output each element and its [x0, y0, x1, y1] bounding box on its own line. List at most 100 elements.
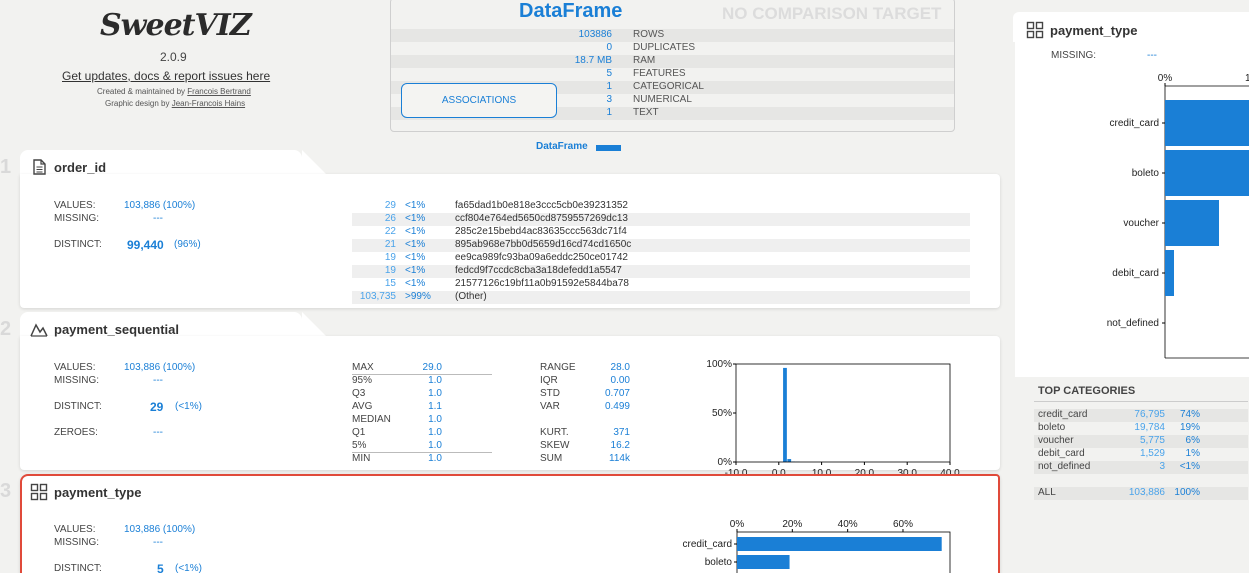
quantile-row: AVG 1.1 [352, 401, 492, 414]
values-label: VALUES: [54, 362, 96, 373]
category-bar [1165, 200, 1219, 246]
summary-label: TEXT [633, 107, 659, 118]
list-item: 103,735 >99% (Other) [352, 291, 970, 304]
version-label: 2.0.9 [160, 50, 187, 64]
credit-line-2: Graphic design by Jean-Francois Hains [105, 99, 245, 108]
list-item: 15 <1% 21577126c19bf11a0b91592e5844ba78 [352, 278, 970, 291]
category-label: boleto [705, 557, 733, 568]
stat-value: 0.707 [604, 388, 630, 399]
stat-value: 28.0 [610, 362, 630, 373]
distinct-value: 5 [157, 562, 164, 573]
category-label: debit_card [1112, 268, 1159, 279]
stat-row: STD 0.707 [540, 388, 680, 401]
category-bar [737, 555, 790, 569]
list-item: 19 <1% ee9ca989fc93ba09a6eddc250ce01742 [352, 252, 970, 265]
tab-corner [302, 150, 328, 176]
stat-row: RANGE 28.0 [540, 362, 680, 375]
quantile-row: MAX 29.0 [352, 362, 492, 375]
category-row: voucher 5,775 6% [1034, 435, 1248, 448]
category-row: credit_card 76,795 74% [1034, 409, 1248, 422]
all-row: ALL 103,886 100% [1034, 487, 1248, 500]
updates-link[interactable]: Get updates, docs & report issues here [62, 69, 270, 83]
values-value: 103,886 (100%) [124, 200, 196, 211]
value-text: 895ab968e7bb0d5659d16cd74cd1650c [455, 239, 632, 250]
value-text: fa65dad1b0e818e3ccc5cb0e39231352 [455, 200, 628, 211]
stat-row: VAR 0.499 [540, 401, 680, 414]
stat-label: RANGE [540, 362, 576, 373]
feature-number: 1 [0, 156, 12, 178]
designer-link[interactable]: Jean-Francois Hains [172, 99, 245, 108]
category-label: not_defined [1107, 318, 1159, 329]
list-item: 29 <1% fa65dad1b0e818e3ccc5cb0e39231352 [352, 200, 970, 213]
missing-label: MISSING: [54, 375, 100, 386]
quantile-row: 5% 1.0 [352, 440, 492, 453]
summary-row: 18.7 MB RAM [391, 55, 954, 68]
stat-value: 1.1 [428, 401, 442, 412]
category-pct: 19% [1179, 422, 1200, 433]
distinct-label: DISTINCT: [54, 401, 102, 412]
value-count: 19 [384, 265, 396, 276]
tab-corner [302, 312, 328, 338]
summary-value: 103886 [578, 29, 612, 40]
stat-label: MAX [352, 362, 374, 373]
stat-value: 1.0 [428, 440, 442, 451]
stat-value: 1.0 [428, 453, 442, 464]
y-tick-label: 100% [706, 359, 732, 370]
stat-row: SKEW 16.2 [540, 440, 680, 453]
plot-frame [735, 363, 951, 463]
list-item: 19 <1% fedcd9f7ccdc8cba3a18defedd1a5547 [352, 265, 970, 278]
stat-label: IQR [540, 375, 558, 386]
category-name: debit_card [1038, 448, 1085, 459]
summary-row: 5 FEATURES [391, 68, 954, 81]
quantile-row: MEDIAN 1.0 [352, 414, 492, 427]
stat-value: 0.00 [610, 375, 630, 386]
value-text: 21577126c19bf11a0b91592e5844ba78 [455, 278, 629, 289]
value-pct: <1% [405, 265, 426, 276]
x-tick-label: 10% [1245, 73, 1249, 84]
credit-prefix: Created & maintained by [97, 87, 188, 96]
summary-value: 18.7 MB [574, 55, 612, 66]
category-bar [737, 537, 942, 551]
summary-row: 103886 ROWS [391, 29, 954, 42]
all-count: 103,886 [1128, 487, 1165, 498]
no-comparison-label: NO COMPARISON TARGET [722, 4, 942, 23]
value-count: 26 [384, 213, 396, 224]
distinct-value: 99,440 [127, 238, 164, 252]
credit-line-1: Created & maintained by Francois Bertran… [97, 87, 251, 96]
summary-label: RAM [633, 55, 656, 66]
category-count: 19,784 [1134, 422, 1165, 433]
stat-label: STD [540, 388, 560, 399]
stat-value: 1.0 [428, 375, 442, 386]
category-name: voucher [1038, 435, 1074, 446]
value-count: 19 [384, 252, 396, 263]
summary-label: FEATURES [633, 68, 686, 79]
value-text: ee9ca989fc93ba09a6eddc250ce01742 [455, 252, 628, 263]
author-link[interactable]: Francois Bertrand [187, 87, 251, 96]
feature-title: payment_sequential [54, 322, 179, 337]
quantile-row: Q1 1.0 [352, 427, 492, 440]
zeroes-label: ZEROES: [54, 427, 98, 438]
histogram-bar [787, 459, 792, 462]
value-count: 22 [384, 226, 396, 237]
x-tick-label: 40% [838, 519, 858, 530]
x-tick-label: 60% [893, 519, 913, 530]
stat-label: 95% [352, 375, 373, 386]
missing-value: --- [1147, 50, 1157, 61]
value-count: 29 [384, 200, 396, 211]
y-tick-label: 50% [712, 408, 732, 419]
histogram-bar [783, 367, 787, 462]
stat-label: MIN [352, 453, 371, 464]
summary-label: NUMERICAL [633, 94, 692, 105]
category-pct: <1% [1179, 461, 1200, 472]
value-pct: >99% [405, 291, 431, 302]
distinct-pct: (<1%) [175, 401, 202, 412]
all-label: ALL [1038, 487, 1056, 498]
dataframe-title: DataFrame [519, 0, 623, 22]
stat-label: VAR [540, 401, 560, 412]
missing-label: MISSING: [54, 537, 100, 548]
stat-label: SUM [540, 453, 563, 464]
associations-button[interactable]: ASSOCIATIONS [401, 83, 557, 118]
y-tick-label: 0% [718, 457, 733, 468]
missing-label: MISSING: [54, 213, 100, 224]
x-tick-label: 0% [1158, 73, 1173, 84]
